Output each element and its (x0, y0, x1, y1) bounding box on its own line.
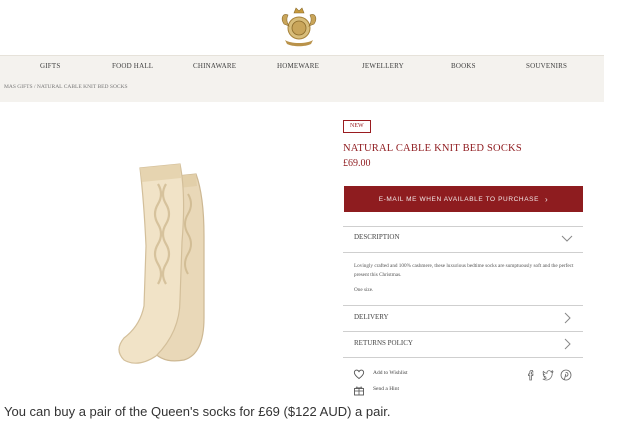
delivery-toggle[interactable]: DELIVERY (354, 313, 389, 321)
nav-item-souvenirs[interactable]: SOUVENIRS (526, 62, 567, 70)
divider (343, 357, 583, 358)
nav-item-jewellery[interactable]: JEWELLERY (362, 62, 404, 70)
heart-icon[interactable] (353, 368, 365, 380)
chevron-right-icon: › (545, 194, 549, 204)
add-to-wishlist-link[interactable]: Add to Wishlist (373, 370, 408, 376)
chevron-right-icon[interactable] (561, 338, 573, 350)
send-a-hint-link[interactable]: Send a Hint (373, 386, 399, 392)
breadcrumb-bar: MAS GIFTS / NATURAL CABLE KNIT BED SOCKS (0, 80, 604, 102)
divider (343, 305, 583, 306)
gift-icon[interactable] (353, 384, 365, 396)
new-badge: NEW (343, 120, 371, 133)
product-image (118, 163, 205, 364)
royal-crest-icon[interactable] (276, 4, 322, 48)
chevron-down-icon[interactable] (561, 232, 573, 244)
returns-policy-toggle[interactable]: RETURNS POLICY (354, 339, 413, 347)
nav-item-homeware[interactable]: HOMEWARE (277, 62, 319, 70)
divider (343, 252, 583, 253)
nav-item-food-hall[interactable]: FOOD HALL (112, 62, 153, 70)
nav-item-books[interactable]: BOOKS (451, 62, 476, 70)
email-when-available-button[interactable]: E-MAIL ME WHEN AVAILABLE TO PURCHASE › (344, 186, 583, 212)
description-size: One size. (354, 287, 374, 293)
caption-text: You can buy a pair of the Queen's socks … (4, 404, 391, 419)
product-title: NATURAL CABLE KNIT BED SOCKS (343, 143, 522, 154)
product-price: £69.00 (343, 158, 371, 169)
facebook-icon[interactable] (525, 369, 537, 381)
description-text: Lovingly crafted and 100% cashmere, thes… (354, 263, 574, 278)
pinterest-icon[interactable] (560, 369, 572, 381)
email-when-available-label: E-MAIL ME WHEN AVAILABLE TO PURCHASE (378, 195, 540, 203)
divider (343, 226, 583, 227)
nav-item-gifts[interactable]: GIFTS (40, 62, 60, 70)
main-navigation: GIFTS FOOD HALL CHINAWARE HOMEWARE JEWEL… (0, 55, 604, 81)
nav-item-chinaware[interactable]: CHINAWARE (193, 62, 236, 70)
twitter-icon[interactable] (542, 369, 554, 381)
description-toggle[interactable]: DESCRIPTION (354, 233, 400, 241)
breadcrumb[interactable]: MAS GIFTS / NATURAL CABLE KNIT BED SOCKS (4, 84, 128, 90)
chevron-right-icon[interactable] (561, 312, 573, 324)
divider (343, 331, 583, 332)
description-panel: Lovingly crafted and 100% cashmere, thes… (354, 262, 576, 301)
